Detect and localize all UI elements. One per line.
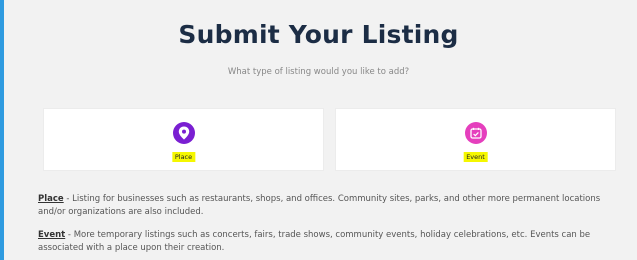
- map-pin-icon: [172, 122, 195, 144]
- calendar-check-icon: [464, 122, 487, 144]
- place-option-label: Place: [171, 152, 196, 162]
- place-option-card[interactable]: Place: [43, 108, 324, 171]
- event-option-label: Event: [463, 152, 488, 162]
- event-option-card[interactable]: Event: [335, 108, 616, 171]
- place-term: Place: [38, 194, 64, 204]
- event-description: Event - More temporary listings such as …: [38, 229, 628, 255]
- page-subtitle: What type of listing would you like to a…: [227, 67, 410, 77]
- page-title: Submit Your Listing: [178, 20, 459, 49]
- event-description-text: - More temporary listings such as concer…: [38, 230, 591, 253]
- event-term: Event: [38, 230, 66, 240]
- place-description-text: - Listing for businesses such as restaur…: [38, 194, 601, 217]
- place-description: Place - Listing for businesses such as r…: [38, 193, 628, 219]
